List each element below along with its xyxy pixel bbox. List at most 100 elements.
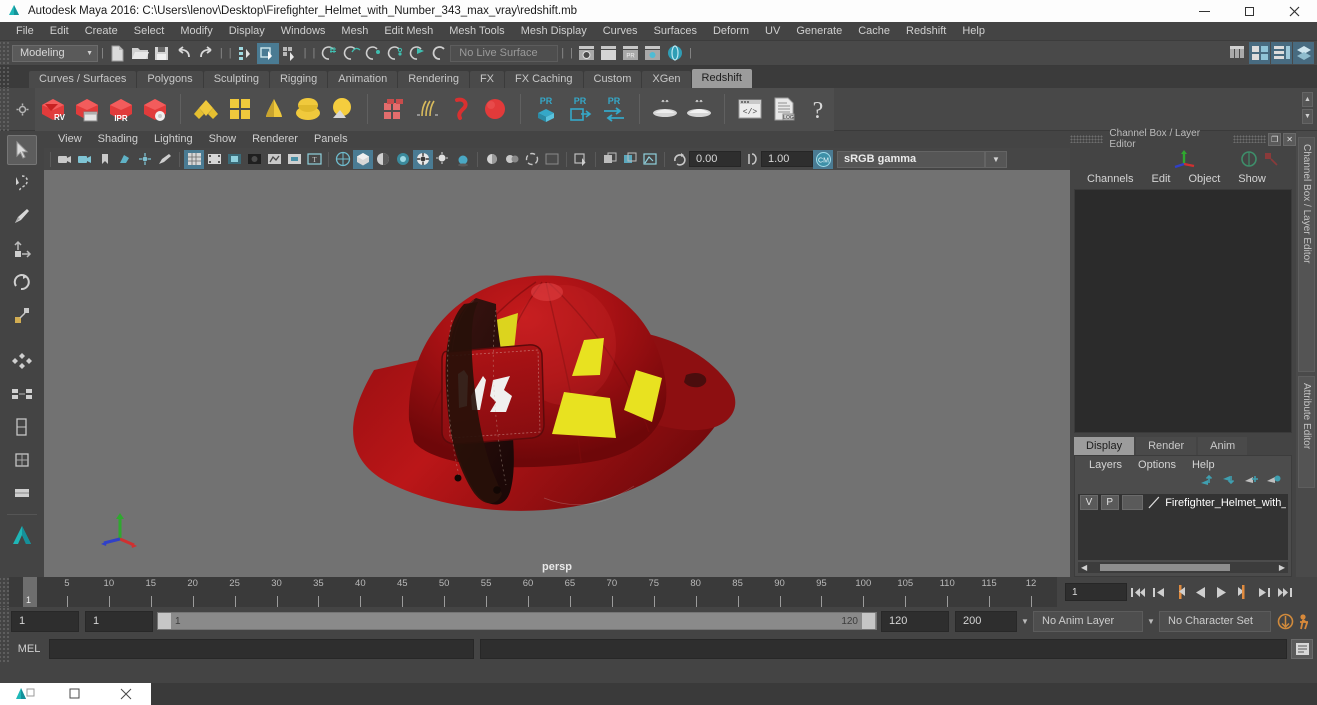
layer-menu-options[interactable]: Options	[1130, 456, 1184, 474]
paint-select-tool[interactable]	[7, 201, 37, 231]
camera-attributes-icon[interactable]	[75, 150, 95, 169]
shelf-tab-animation[interactable]: Animation	[328, 71, 398, 88]
playback-frame-field[interactable]: 1	[1065, 583, 1127, 601]
range-end-field[interactable]: 120	[881, 610, 949, 632]
color-space-chevron-down-icon[interactable]: ▼	[985, 150, 1007, 168]
timeline-grip[interactable]	[0, 577, 9, 607]
shelf-scroll-up-icon[interactable]: ▲	[1302, 92, 1313, 107]
redshift-sphere-light-button[interactable]	[479, 93, 511, 125]
minimize-button[interactable]	[1182, 0, 1227, 22]
layer-editor-toggle-icon[interactable]	[1293, 42, 1314, 64]
new-layer-icon[interactable]	[1244, 474, 1259, 487]
multisample-icon[interactable]	[502, 150, 522, 169]
exposure-icon[interactable]	[284, 150, 304, 169]
layer-visibility-toggle[interactable]: V	[1080, 495, 1098, 510]
two-d-pan-zoom-icon[interactable]	[135, 150, 155, 169]
soft-select-tool[interactable]	[7, 346, 37, 376]
select-tool[interactable]	[7, 135, 37, 165]
menu-mesh[interactable]: Mesh	[333, 22, 376, 41]
grease-pencil-icon[interactable]	[155, 150, 175, 169]
open-scene-icon[interactable]	[129, 43, 151, 64]
step-forward-keyframe-icon[interactable]	[1253, 581, 1274, 603]
render-current-frame-icon[interactable]	[576, 43, 598, 64]
resolution-gate-icon[interactable]	[224, 150, 244, 169]
channelbox-menu-channels[interactable]: Channels	[1078, 169, 1142, 189]
menu-redshift[interactable]: Redshift	[898, 22, 954, 41]
channel-box-toggle-icon[interactable]	[1249, 42, 1270, 64]
anim-layer-selector[interactable]: No Anim Layer	[1033, 610, 1143, 632]
viewport-menu-view[interactable]: View	[50, 131, 90, 148]
menuset-selector[interactable]: Modeling ▼	[12, 44, 98, 62]
redshift-proxy-button[interactable]	[377, 93, 409, 125]
rotate-tool[interactable]	[7, 267, 37, 297]
range-end-handle[interactable]	[862, 613, 875, 629]
shelf-scroll-down-icon[interactable]: ▼	[1302, 109, 1313, 124]
last-tool-used[interactable]	[7, 379, 37, 409]
redshift-render-sequence-button[interactable]	[71, 93, 103, 125]
vtab-attribute-editor[interactable]: Attribute Editor	[1298, 376, 1315, 488]
make-live-icon[interactable]	[428, 43, 450, 64]
color-space-selector[interactable]: sRGB gamma	[837, 150, 985, 168]
menu-generate[interactable]: Generate	[788, 22, 850, 41]
script-editor-icon[interactable]	[1291, 638, 1313, 659]
panel-drag-handle-left[interactable]	[1070, 135, 1104, 143]
channelbox-menu-object[interactable]: Object	[1179, 169, 1229, 189]
step-back-keyframe-icon[interactable]	[1148, 581, 1169, 603]
move-layer-up-icon[interactable]	[1200, 474, 1215, 487]
save-scene-icon[interactable]	[151, 43, 173, 64]
shelf-tab-xgen[interactable]: XGen	[642, 71, 691, 88]
command-grip[interactable]	[0, 635, 9, 662]
character-set-selector[interactable]: No Character Set	[1159, 610, 1271, 632]
panel-close-icon[interactable]: ✕	[1283, 132, 1296, 146]
menu-mesh-display[interactable]: Mesh Display	[513, 22, 595, 41]
restore-window-icon[interactable]	[50, 683, 100, 705]
anim-layer-chevron-down-icon[interactable]: ▼	[1017, 611, 1033, 632]
redshift-bake-render-button[interactable]	[683, 93, 715, 125]
menu-windows[interactable]: Windows	[273, 22, 334, 41]
redshift-hair-button[interactable]	[411, 93, 443, 125]
redshift-ipr-render-button[interactable]: IPR	[105, 93, 137, 125]
view-transform-2-icon[interactable]	[620, 150, 640, 169]
shelf-tab-rendering[interactable]: Rendering	[398, 71, 469, 88]
xray-mode-icon[interactable]	[571, 150, 591, 169]
poly-select-tool[interactable]	[7, 412, 37, 442]
hardware-texturing-icon[interactable]	[393, 150, 413, 169]
play-backwards-icon[interactable]	[1190, 581, 1211, 603]
select-by-hierarchy-icon[interactable]	[235, 43, 257, 64]
redshift-proxy-import-button[interactable]: PR	[564, 93, 596, 125]
viewport-menu-lighting[interactable]: Lighting	[146, 131, 201, 148]
menu-curves[interactable]: Curves	[595, 22, 646, 41]
command-output[interactable]	[480, 638, 1287, 659]
redshift-dome-light-button[interactable]	[224, 93, 256, 125]
color-management-icon[interactable]: CM	[813, 149, 833, 169]
layer-list-hscrollbar[interactable]: ◀ ▶	[1078, 562, 1288, 573]
shelf-tab-sculpting[interactable]: Sculpting	[203, 71, 269, 88]
redshift-render-region-icon[interactable]	[598, 43, 620, 64]
current-time-indicator[interactable]: 1	[23, 577, 37, 607]
redo-icon[interactable]	[195, 43, 217, 64]
go-to-end-icon[interactable]	[1274, 581, 1295, 603]
lighting-toggle-icon[interactable]	[413, 149, 433, 169]
exposure-reset-icon[interactable]	[669, 150, 689, 169]
layer-menu-help[interactable]: Help	[1184, 456, 1223, 474]
texture-icon[interactable]: T	[304, 150, 324, 169]
range-start-field[interactable]: 1	[85, 610, 153, 632]
smooth-shade-all-icon[interactable]	[373, 150, 393, 169]
redshift-render-view-button[interactable]: RV	[37, 93, 69, 125]
toolbar-grip[interactable]	[0, 40, 9, 66]
step-forward-frame-icon[interactable]	[1232, 581, 1253, 603]
redshift-volume-button[interactable]	[445, 93, 477, 125]
shelf-tab-rigging[interactable]: Rigging	[269, 71, 328, 88]
grid-toggle-icon[interactable]	[184, 149, 204, 169]
move-tool[interactable]	[7, 234, 37, 264]
close-button[interactable]	[1272, 0, 1317, 22]
menu-display[interactable]: Display	[221, 22, 273, 41]
anim-start-field[interactable]: 1	[11, 610, 79, 632]
persp-viewport[interactable]: persp	[44, 170, 1070, 577]
attribute-editor-toggle-icon[interactable]	[1271, 42, 1292, 64]
menu-edit[interactable]: Edit	[42, 22, 77, 41]
tab-render[interactable]: Render	[1136, 437, 1197, 455]
menu-create[interactable]: Create	[77, 22, 126, 41]
vtab-channel-box-layer-editor[interactable]: Channel Box / Layer Editor	[1298, 137, 1315, 372]
viewport-menu-show[interactable]: Show	[201, 131, 245, 148]
